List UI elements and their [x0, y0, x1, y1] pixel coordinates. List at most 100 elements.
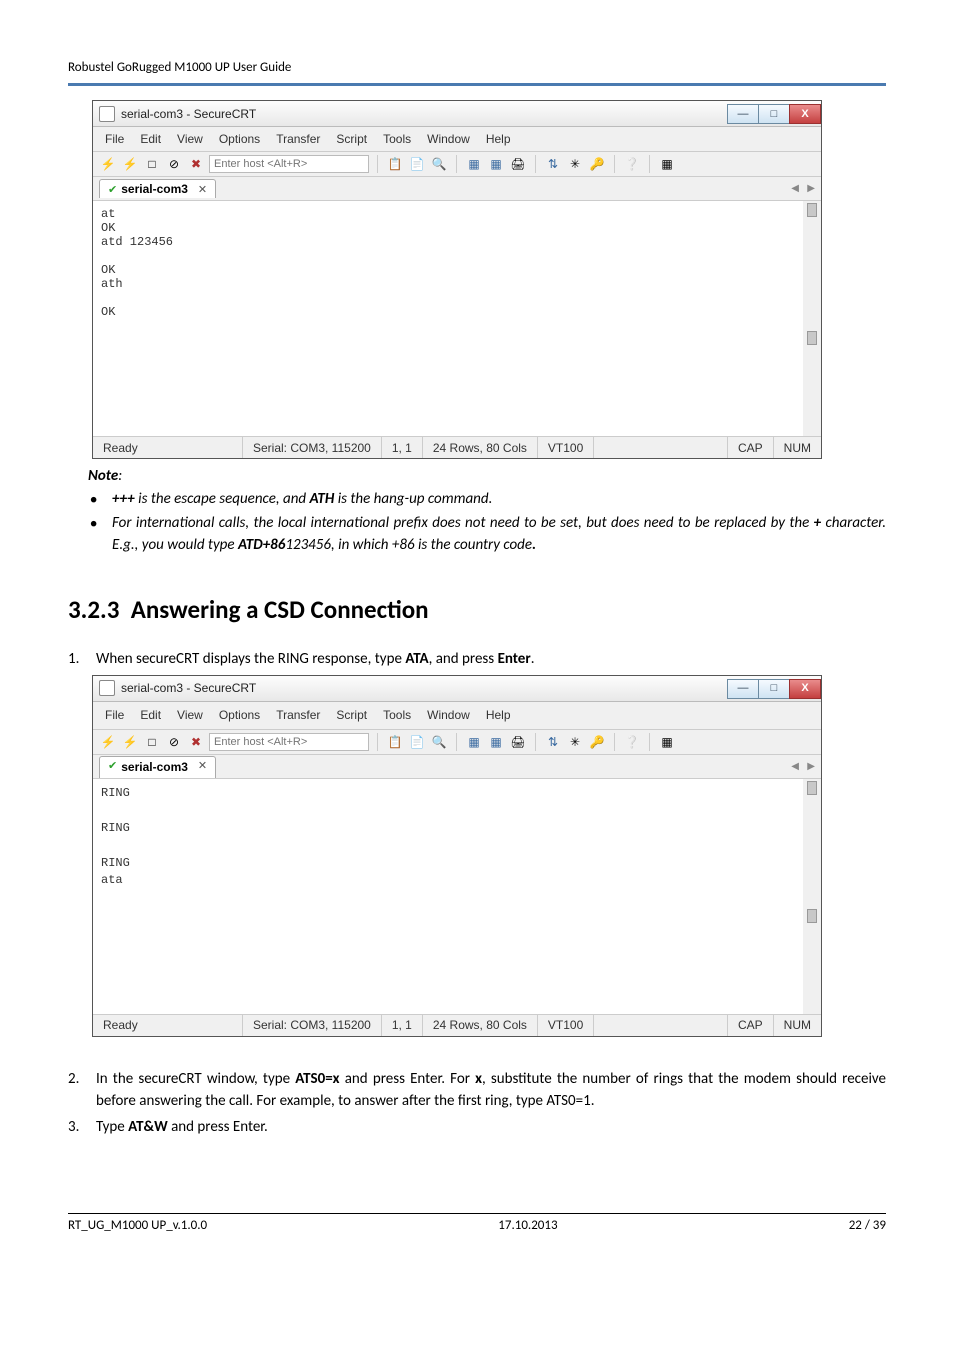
paste-icon[interactable]: 📄: [408, 733, 426, 751]
menu-tools[interactable]: Tools: [377, 706, 417, 725]
tab-close-icon[interactable]: ✕: [198, 183, 207, 196]
menu-tools[interactable]: Tools: [377, 131, 417, 147]
print-icon[interactable]: 🖨: [509, 155, 527, 173]
minimize-button[interactable]: —: [727, 679, 759, 699]
tools-icon[interactable]: ✳: [566, 155, 584, 173]
terminal-area[interactable]: RING RING RING ata: [93, 779, 821, 1014]
section-heading: 3.2.3 Answering a CSD Connection: [68, 594, 886, 625]
menu-edit[interactable]: Edit: [134, 131, 167, 147]
quick-connect-icon[interactable]: ⚡: [121, 155, 139, 173]
menu-options[interactable]: Options: [213, 706, 266, 725]
menu-edit[interactable]: Edit: [134, 706, 167, 725]
cancel-icon[interactable]: ✖: [187, 155, 205, 173]
menu-window[interactable]: Window: [421, 706, 476, 725]
minimize-button[interactable]: —: [727, 104, 759, 124]
quick-connect-icon[interactable]: ⚡: [121, 733, 139, 751]
menu-options[interactable]: Options: [213, 131, 266, 147]
find-icon[interactable]: 🔍: [430, 155, 448, 173]
transfer-icon[interactable]: ⇅: [544, 155, 562, 173]
app-icon: [99, 680, 115, 696]
connect-icon[interactable]: ⚡: [99, 155, 117, 173]
menu-window[interactable]: Window: [421, 131, 476, 147]
menu-help[interactable]: Help: [480, 131, 517, 147]
session-tab[interactable]: ✔ serial-com3 ✕: [99, 756, 216, 778]
session-options-icon[interactable]: ▦: [465, 733, 483, 751]
menu-file[interactable]: File: [99, 131, 130, 147]
print-icon[interactable]: 🖨: [509, 733, 527, 751]
tools-icon[interactable]: ✳: [566, 733, 584, 751]
scrollbar-thumb-mid[interactable]: [807, 909, 817, 923]
status-cursor: 1, 1: [382, 1015, 423, 1036]
status-serial: Serial: COM3, 115200: [243, 437, 382, 458]
maximize-button[interactable]: □: [758, 679, 790, 699]
statusbar: Ready Serial: COM3, 115200 1, 1 24 Rows,…: [93, 436, 821, 458]
status-size: 24 Rows, 80 Cols: [423, 437, 538, 458]
find-icon[interactable]: 🔍: [430, 733, 448, 751]
securecrt-window-1: serial-com3 - SecureCRT — □ X File Edit …: [92, 100, 822, 459]
tabbar: ✔ serial-com3 ✕ ◀ ▶: [93, 755, 821, 779]
menu-transfer[interactable]: Transfer: [270, 131, 326, 147]
note-label: Note:: [88, 467, 886, 485]
key-icon[interactable]: 🔑: [588, 733, 606, 751]
global-options-icon[interactable]: ▦: [487, 155, 505, 173]
key-icon[interactable]: 🔑: [588, 155, 606, 173]
scrollbar-thumb[interactable]: [807, 781, 817, 795]
tab-nav-arrows[interactable]: ◀ ▶: [791, 183, 815, 194]
about-icon[interactable]: ▦: [658, 733, 676, 751]
toolbar: ⚡ ⚡ □ ⊘ ✖ 📋 📄 🔍 ▦ ▦ 🖨 ⇅ ✳: [93, 730, 821, 755]
window-title: serial-com3 - SecureCRT: [121, 680, 256, 697]
menu-view[interactable]: View: [171, 131, 209, 147]
close-button[interactable]: X: [789, 104, 821, 124]
tab-label: serial-com3: [121, 759, 188, 776]
host-input[interactable]: [209, 733, 369, 751]
titlebar: serial-com3 - SecureCRT — □ X: [93, 676, 821, 702]
help-icon[interactable]: ❔: [623, 733, 641, 751]
global-options-icon[interactable]: ▦: [487, 733, 505, 751]
transfer-icon[interactable]: ⇅: [544, 733, 562, 751]
connect-icon[interactable]: ⚡: [99, 733, 117, 751]
scrollbar-thumb-mid[interactable]: [807, 331, 817, 345]
menu-transfer[interactable]: Transfer: [270, 706, 326, 725]
session-options-icon[interactable]: ▦: [465, 155, 483, 173]
host-input[interactable]: [209, 155, 369, 173]
tab-nav-arrows[interactable]: ◀ ▶: [791, 760, 815, 775]
status-num: NUM: [774, 437, 821, 458]
app-icon: [99, 106, 115, 122]
menubar: File Edit View Options Transfer Script T…: [93, 127, 821, 152]
note-bullet-2: For international calls, the local inter…: [68, 513, 886, 557]
terminal-area[interactable]: at OK atd 123456 OK ath OK: [93, 201, 821, 436]
tab-close-icon[interactable]: ✕: [198, 759, 207, 775]
copy-icon[interactable]: 📋: [386, 733, 404, 751]
numbered-steps: When secureCRT displays the RING respons…: [68, 649, 886, 1138]
copy-icon[interactable]: 📋: [386, 155, 404, 173]
header-rule: [68, 83, 886, 86]
maximize-button[interactable]: □: [758, 104, 790, 124]
reconnect-icon[interactable]: □: [143, 733, 161, 751]
status-term: VT100: [538, 437, 594, 458]
menu-script[interactable]: Script: [330, 706, 373, 725]
tab-label: serial-com3: [121, 182, 188, 196]
menu-view[interactable]: View: [171, 706, 209, 725]
help-icon[interactable]: ❔: [623, 155, 641, 173]
step-2: In the secureCRT window, type ATS0=x and…: [68, 1069, 886, 1113]
menu-help[interactable]: Help: [480, 706, 517, 725]
reconnect-icon[interactable]: □: [143, 155, 161, 173]
page-footer: RT_UG_M1000 UP_v.1.0.0 17.10.2013 22 / 3…: [0, 1214, 954, 1283]
status-ready: Ready: [93, 437, 243, 458]
securecrt-window-2: serial-com3 - SecureCRT — □ X File Edit …: [92, 675, 822, 1037]
session-tab[interactable]: ✔ serial-com3 ✕: [99, 179, 216, 198]
cancel-icon[interactable]: ✖: [187, 733, 205, 751]
scrollbar-thumb[interactable]: [807, 203, 817, 217]
menu-file[interactable]: File: [99, 706, 130, 725]
toolbar: ⚡ ⚡ □ ⊘ ✖ 📋 📄 🔍 ▦ ▦ 🖨 ⇅ ✳ 🔑 ❔ ▦: [93, 152, 821, 177]
status-serial: Serial: COM3, 115200: [243, 1015, 382, 1036]
note-bullet-1: +++ is the escape sequence, and ATH is t…: [68, 489, 886, 511]
paste-icon[interactable]: 📄: [408, 155, 426, 173]
disconnect-icon[interactable]: ⊘: [165, 733, 183, 751]
about-icon[interactable]: ▦: [658, 155, 676, 173]
close-button[interactable]: X: [789, 679, 821, 699]
menu-script[interactable]: Script: [330, 131, 373, 147]
disconnect-icon[interactable]: ⊘: [165, 155, 183, 173]
footer-mid: 17.10.2013: [498, 1218, 557, 1233]
status-num: NUM: [774, 1015, 821, 1036]
